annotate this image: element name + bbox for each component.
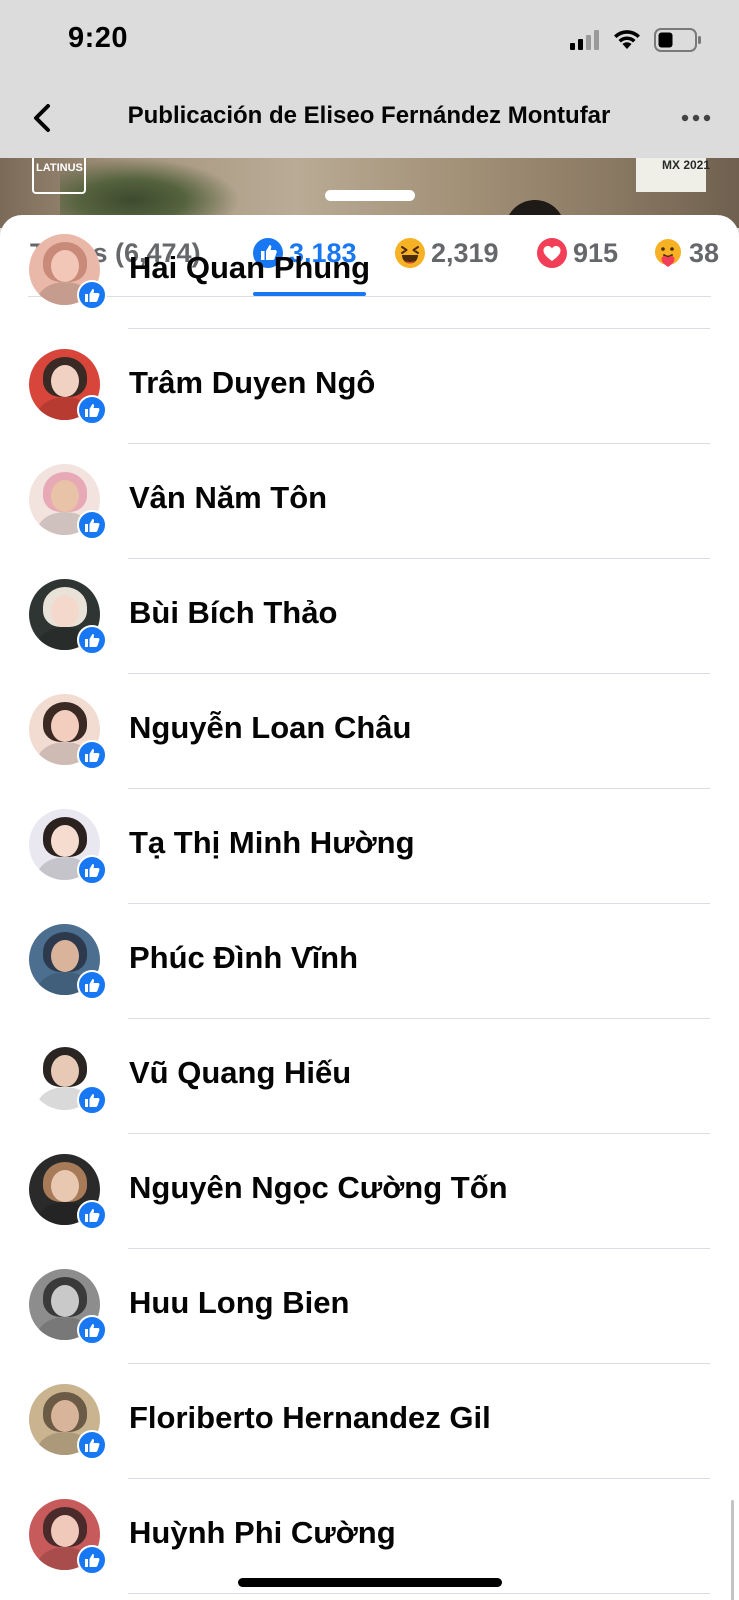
reactor-name[interactable]: Nguyễn Loan Châu [129,710,411,746]
reactor-row[interactable]: Phúc Đình Vĩnh [0,904,739,1019]
battery-icon [654,28,701,52]
home-indicator[interactable] [238,1578,502,1587]
avatar-face [51,1055,79,1087]
reactor-row[interactable]: Huu Long Bien [0,1249,739,1364]
avatar-face [51,1400,79,1432]
avatar-face [51,1285,79,1317]
reactor-name[interactable]: Vũ Quang Hiếu [129,1055,351,1091]
avatar-face [51,710,79,742]
like-badge-icon [77,395,107,425]
reactor-name[interactable]: Bùi Bích Thảo [129,595,337,631]
status-time: 9:20 [68,22,129,54]
post-header: Publicación de Eliseo Fernández Montufar [0,82,739,158]
reactions-sheet: Todas (6,474) 3,183 2,319 915 38 Hai Qua… [0,215,739,1600]
cellular-signal-icon [570,30,599,50]
like-badge-icon [77,510,107,540]
reactor-name[interactable]: Nguyên Ngọc Cường Tốn [129,1170,508,1206]
like-badge-icon [77,625,107,655]
avatar-face [51,825,79,857]
more-options-icon[interactable] [680,110,712,126]
reactor-name[interactable]: Tạ Thị Minh Hường [129,825,415,861]
like-badge-icon [77,970,107,1000]
like-badge-icon [77,740,107,770]
post-title: Publicación de Eliseo Fernández Montufar [127,102,611,129]
reactor-row[interactable]: Vân Năm Tôn [0,444,739,559]
scrollbar[interactable] [731,1500,734,1600]
avatar-face [51,1515,79,1547]
back-arrow-icon[interactable] [28,100,56,136]
reactor-name[interactable]: Floriberto Hernandez Gil [129,1400,491,1436]
reactor-row[interactable]: Nguyên Ngọc Cường Tốn [0,1134,739,1249]
reactor-row[interactable]: Hai Quan Phung [0,215,739,329]
reactor-row[interactable]: Vũ Quang Hiếu [0,1019,739,1134]
reactor-name[interactable]: Trâm Duyen Ngô [129,365,375,401]
avatar-face [51,1170,79,1202]
like-badge-icon [77,1315,107,1345]
like-badge-icon [77,280,107,310]
wifi-icon [614,30,640,49]
like-badge-icon [77,1545,107,1575]
row-divider [128,1593,710,1594]
reactor-name[interactable]: Hai Quan Phung [129,250,370,286]
reactor-row[interactable]: Trâm Duyen Ngô [0,329,739,444]
reactor-name[interactable]: Vân Năm Tôn [129,480,327,516]
like-badge-icon [77,1200,107,1230]
avatar-face [51,940,79,972]
avatar-face [51,250,79,282]
reactor-row[interactable]: Tạ Thị Minh Hường [0,789,739,904]
reactor-row[interactable]: Huỳnh Phi Cường [0,1479,739,1594]
avatar-face [51,595,79,627]
reactor-name[interactable]: Huỳnh Phi Cường [129,1515,396,1551]
like-badge-icon [77,855,107,885]
like-badge-icon [77,1430,107,1460]
status-bar: 9:20 [0,0,739,82]
reactor-name[interactable]: Huu Long Bien [129,1285,349,1321]
latinus-logo-text: LATINUS [36,162,83,174]
reactor-row[interactable]: Nguyễn Loan Châu [0,674,739,789]
reactor-row[interactable]: Bùi Bích Thảo [0,559,739,674]
mx-2021-logo-text: MX 2021 [662,158,711,172]
reactor-row[interactable]: Floriberto Hernandez Gil [0,1364,739,1479]
avatar-face [51,480,79,512]
sheet-drag-handle[interactable] [325,190,415,201]
like-badge-icon [77,1085,107,1115]
reactor-name[interactable]: Phúc Đình Vĩnh [129,940,358,976]
avatar-face [51,365,79,397]
